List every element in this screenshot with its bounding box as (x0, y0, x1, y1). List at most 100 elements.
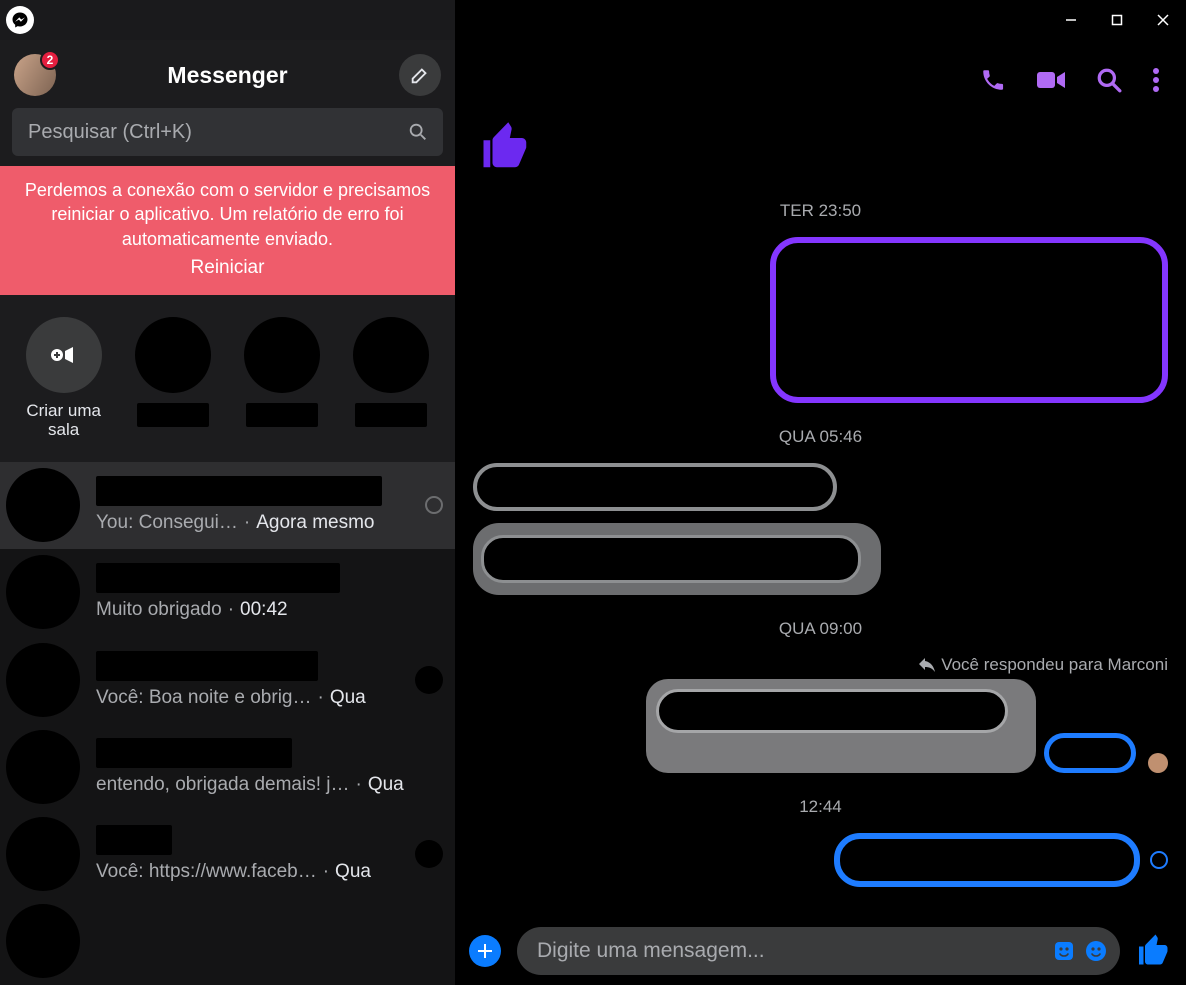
messenger-logo-icon (6, 6, 34, 34)
conversation-item[interactable]: You: Consegui…·Agora mesmo (0, 462, 455, 549)
message-row (473, 463, 1168, 511)
video-call-button[interactable] (1036, 69, 1066, 91)
conversation-name-redacted (96, 651, 318, 681)
message-row (473, 523, 1168, 595)
conversation-preview: entendo, obrigada demais! j…·Qua (96, 774, 443, 796)
timestamp: QUA 05:46 (473, 427, 1168, 447)
conversation-name-redacted (96, 825, 172, 855)
video-plus-icon (50, 345, 78, 365)
emoji-button[interactable] (1084, 939, 1108, 963)
minimize-button[interactable] (1048, 0, 1094, 40)
conversation-avatar (6, 468, 80, 542)
incoming-message-bubble[interactable] (473, 523, 881, 595)
conversation-avatar (6, 643, 80, 717)
read-status-ring (425, 496, 443, 514)
room-name-redacted (137, 403, 209, 427)
conversation-avatar (6, 730, 80, 804)
conversation-item[interactable] (0, 898, 455, 985)
read-status-avatar (415, 840, 443, 868)
app-title: Messenger (56, 62, 399, 89)
search-icon (1096, 67, 1122, 93)
conversation-item[interactable]: Muito obrigado·00:42 (0, 549, 455, 636)
outgoing-message-bubble[interactable] (770, 237, 1168, 403)
search-wrap (0, 108, 455, 166)
close-button[interactable] (1140, 0, 1186, 40)
conversation-avatar (6, 904, 80, 978)
sidebar: 2 Messenger Perdemos a conexão com o ser… (0, 40, 455, 985)
reply-message-bubble[interactable] (1044, 733, 1136, 773)
conversation-item[interactable]: entendo, obrigada demais! j…·Qua (0, 723, 455, 810)
alert-message: Perdemos a conexão com o servidor e prec… (8, 178, 447, 251)
phone-icon (980, 67, 1006, 93)
room-tile[interactable] (237, 317, 328, 440)
conversation-name-redacted (96, 476, 382, 506)
video-icon (1036, 69, 1066, 91)
connection-alert: Perdemos a conexão com o servidor e prec… (0, 166, 455, 295)
create-room-circle (26, 317, 102, 393)
chat-header-actions (455, 40, 1186, 120)
compose-icon (409, 64, 431, 86)
notification-badge: 2 (40, 50, 60, 70)
search-input[interactable] (26, 120, 407, 145)
room-tile[interactable] (127, 317, 218, 440)
timestamp: 12:44 (473, 797, 1168, 817)
thumbs-up-icon (1136, 933, 1172, 969)
incoming-message-bubble[interactable] (473, 463, 837, 511)
sticker-button[interactable] (1052, 939, 1076, 963)
quoted-message-bubble[interactable] (646, 679, 1036, 773)
rooms-row: Criar uma sala (0, 295, 455, 462)
room-tile[interactable] (346, 317, 437, 440)
conversation-preview: Muito obrigado·00:42 (96, 599, 443, 621)
conversation-avatar (6, 555, 80, 629)
chat-body: TER 23:50 QUA 05:46 QUA 09:00 Você respo… (455, 120, 1186, 923)
room-name-redacted (246, 403, 318, 427)
conversation-item[interactable]: Você: https://www.faceb…·Qua (0, 811, 455, 898)
composer (455, 923, 1186, 985)
message-row (473, 679, 1168, 773)
create-room-label: Criar uma sala (18, 401, 109, 440)
timestamp: QUA 09:00 (473, 619, 1168, 639)
more-vertical-icon (1152, 67, 1160, 93)
alert-restart-button[interactable]: Reiniciar (8, 255, 447, 281)
timestamp: TER 23:50 (473, 201, 1168, 221)
my-avatar[interactable]: 2 (14, 54, 56, 96)
voice-call-button[interactable] (980, 67, 1006, 93)
message-row (473, 237, 1168, 403)
message-input-box[interactable] (517, 927, 1120, 975)
thumbs-up-icon (479, 120, 533, 174)
sent-status-ring (1150, 851, 1168, 869)
read-status-avatar (415, 666, 443, 694)
message-input[interactable] (535, 938, 1044, 964)
reply-arrow-icon (919, 658, 935, 672)
sidebar-header: 2 Messenger (0, 40, 455, 108)
reply-indicator: Você respondeu para Marconi (473, 655, 1168, 675)
room-name-redacted (355, 403, 427, 427)
big-like-message (473, 120, 1168, 189)
maximize-button[interactable] (1094, 0, 1140, 40)
seen-avatar (1148, 753, 1168, 773)
search-box[interactable] (12, 108, 443, 156)
compose-button[interactable] (399, 54, 441, 96)
conversation-name-redacted (96, 563, 340, 593)
sticker-icon (1052, 939, 1076, 963)
emoji-icon (1084, 939, 1108, 963)
conversation-preview: Você: Boa noite e obrig…·Qua (96, 687, 409, 709)
search-icon (407, 121, 429, 143)
window-controls (455, 0, 1186, 40)
plus-icon (477, 943, 493, 959)
titlebar (0, 0, 1186, 40)
message-row (473, 833, 1168, 887)
conversation-item[interactable]: Você: Boa noite e obrig…·Qua (0, 636, 455, 723)
more-options-button[interactable] (1152, 67, 1160, 93)
conversation-avatar (6, 817, 80, 891)
conversation-preview: You: Consegui…·Agora mesmo (96, 512, 419, 534)
create-room-tile[interactable]: Criar uma sala (18, 317, 109, 440)
search-conversation-button[interactable] (1096, 67, 1122, 93)
titlebar-left (0, 0, 455, 40)
conversation-name-redacted (96, 738, 292, 768)
send-like-button[interactable] (1136, 933, 1172, 969)
outgoing-message-bubble[interactable] (834, 833, 1140, 887)
conversation-list: You: Consegui…·Agora mesmo Muito obrigad… (0, 462, 455, 985)
add-attachment-button[interactable] (469, 935, 501, 967)
conversation-preview: Você: https://www.faceb…·Qua (96, 861, 409, 883)
